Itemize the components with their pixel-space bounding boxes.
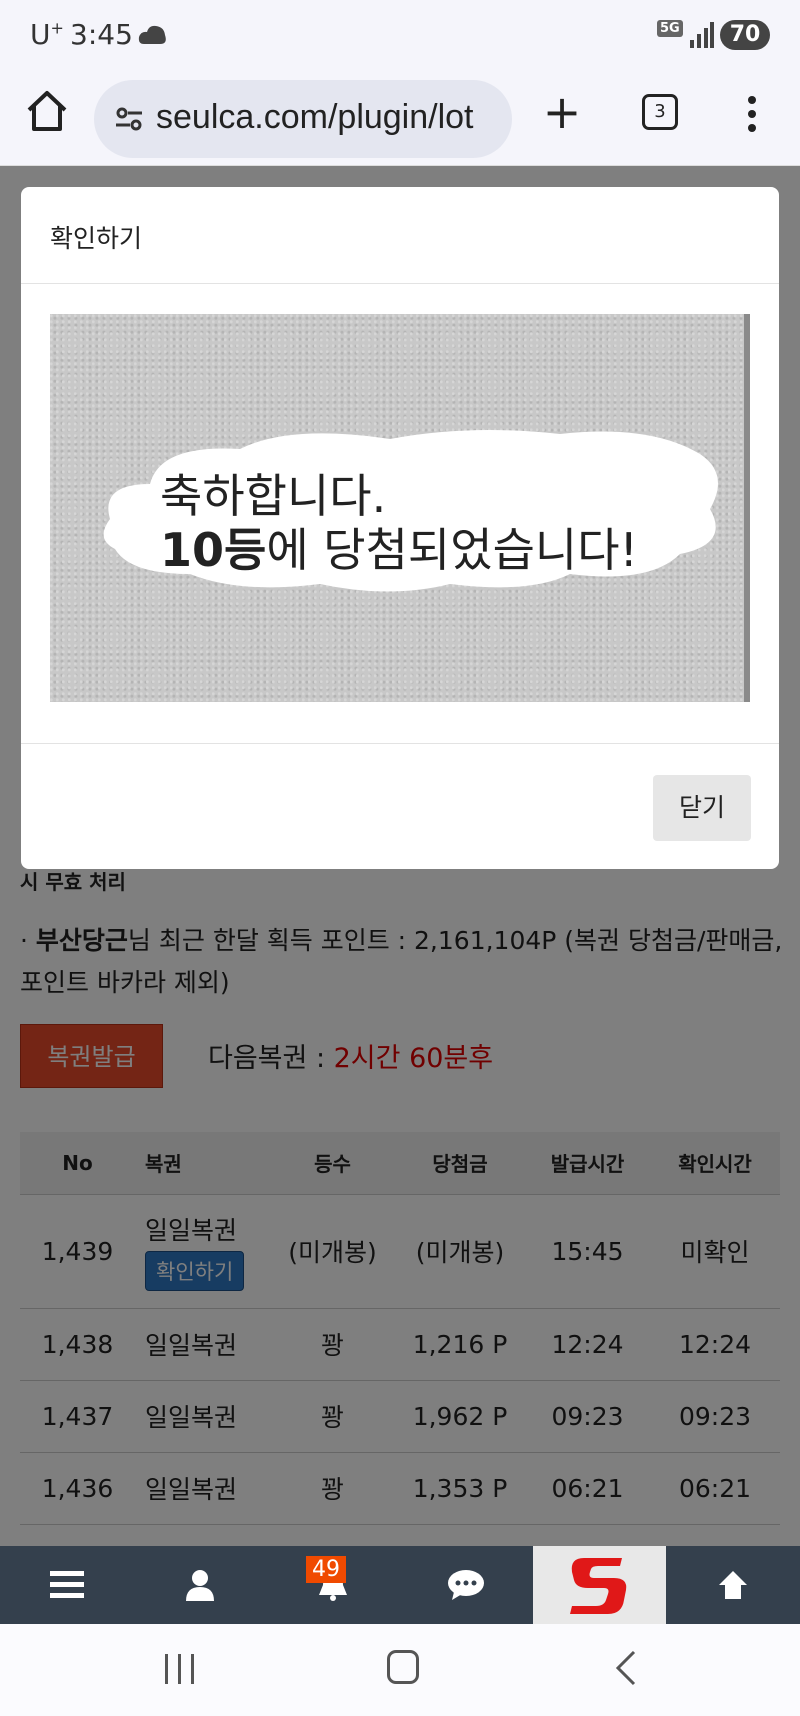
recent-apps-icon[interactable] xyxy=(163,1654,197,1684)
scroll-top-icon[interactable] xyxy=(666,1546,799,1624)
status-bar: U+ 3:45 5G 70 xyxy=(0,0,800,70)
site-logo[interactable] xyxy=(533,1546,666,1624)
divider xyxy=(21,283,779,284)
tab-switcher-button[interactable]: 3 xyxy=(642,94,678,130)
prize-message: 10등에 당첨되었습니다! xyxy=(160,523,638,577)
status-time: 3:45 xyxy=(70,18,133,51)
menu-icon[interactable] xyxy=(0,1546,133,1624)
site-settings-icon[interactable] xyxy=(114,104,144,134)
prize-rank: 10등 xyxy=(160,523,267,577)
browser-toolbar: seulca.com/plugin/lot + 3 xyxy=(0,70,800,166)
close-button[interactable]: 닫기 xyxy=(653,775,751,841)
back-icon[interactable] xyxy=(612,1650,642,1686)
site-bottom-nav: 49 xyxy=(0,1546,800,1624)
cloud-icon xyxy=(138,25,166,44)
scratch-card[interactable]: 축하합니다. 10등에 당첨되었습니다! xyxy=(50,314,750,702)
more-menu-icon[interactable] xyxy=(740,92,764,136)
modal-title: 확인하기 xyxy=(50,224,143,253)
notification-count-badge: 49 xyxy=(306,1556,346,1583)
address-bar[interactable]: seulca.com/plugin/lot xyxy=(94,80,512,158)
divider xyxy=(21,743,779,744)
home-button-icon[interactable] xyxy=(387,1650,419,1684)
user-icon[interactable] xyxy=(133,1546,266,1624)
confirm-modal: 확인하기 축하합니다. 10등에 당첨되었습니다! 닫기 xyxy=(21,187,779,869)
url-text[interactable]: seulca.com/plugin/lot xyxy=(156,98,496,137)
network-badge: 5G xyxy=(657,20,683,37)
battery-indicator: 70 xyxy=(720,20,770,50)
home-icon[interactable] xyxy=(24,88,70,134)
signal-icon xyxy=(690,22,714,48)
chat-icon[interactable] xyxy=(399,1546,532,1624)
scratch-card-edge xyxy=(744,314,750,702)
carrier-label: U+ xyxy=(30,18,64,51)
system-nav-bar xyxy=(0,1624,800,1716)
new-tab-button[interactable]: + xyxy=(542,89,582,135)
